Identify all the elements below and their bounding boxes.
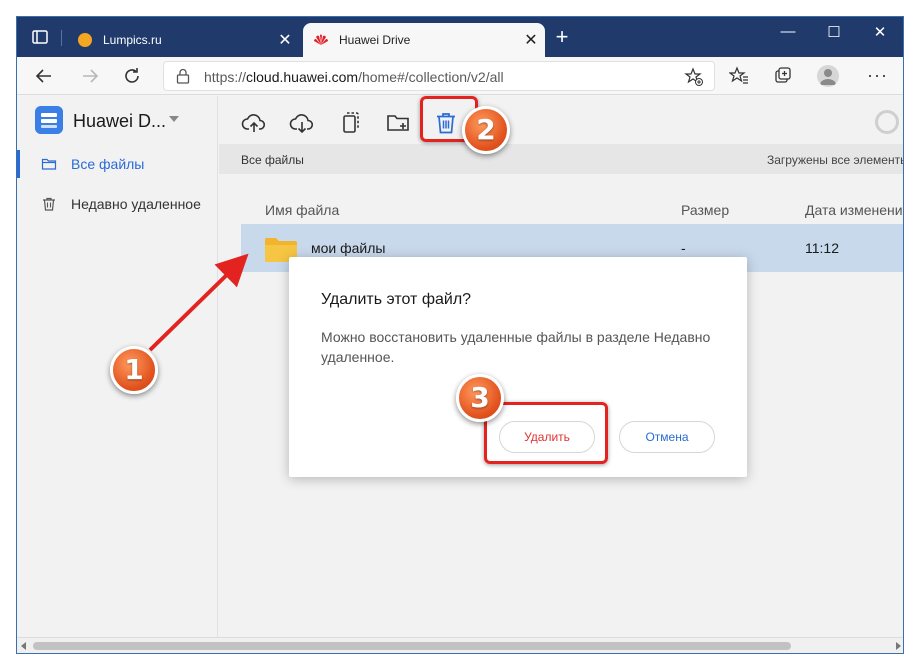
page-content: Huawei D... Все файлы Недавно удаленное bbox=[17, 96, 904, 637]
folder-icon bbox=[41, 158, 57, 170]
breadcrumb-bar: Все файлы Загружены все элементы bbox=[219, 144, 904, 174]
upload-icon[interactable] bbox=[241, 110, 267, 136]
scrollbar-thumb[interactable] bbox=[33, 642, 791, 650]
breadcrumb[interactable]: Все файлы bbox=[241, 153, 304, 167]
sidebar: Huawei D... Все файлы Недавно удаленное bbox=[17, 96, 218, 637]
column-header-date[interactable]: Дата изменения bbox=[805, 202, 903, 218]
url-scheme: https:// bbox=[204, 69, 247, 85]
app-name[interactable]: Huawei D... bbox=[73, 111, 166, 132]
huawei-drive-logo-icon bbox=[35, 106, 63, 134]
tab-separator bbox=[61, 30, 62, 46]
delete-icon[interactable] bbox=[433, 110, 459, 136]
minimize-button[interactable]: — bbox=[765, 23, 811, 40]
user-avatar[interactable] bbox=[875, 110, 899, 134]
sidebar-item-label: Недавно удаленное bbox=[71, 196, 201, 212]
file-date: 11:12 bbox=[805, 240, 839, 256]
dialog-message: Можно восстановить удаленные файлы в раз… bbox=[321, 329, 711, 365]
tab-close-icon[interactable]: ✕ bbox=[517, 30, 545, 50]
tab-close-icon[interactable]: ✕ bbox=[271, 30, 299, 50]
arrow-left-icon bbox=[35, 69, 51, 83]
sidebar-item-all-files[interactable]: Все файлы bbox=[17, 148, 217, 180]
lumpics-favicon-icon bbox=[78, 33, 92, 47]
horizontal-scrollbar[interactable] bbox=[17, 637, 903, 653]
browser-window: Lumpics.ru ✕ Huawei Drive ✕ + — ☐ ✕ http… bbox=[16, 16, 904, 654]
collections-icon[interactable] bbox=[773, 66, 793, 86]
tab-lumpics[interactable]: Lumpics.ru ✕ bbox=[67, 23, 299, 57]
huawei-favicon-icon bbox=[314, 34, 328, 45]
tab-title: Huawei Drive bbox=[339, 33, 411, 47]
address-bar[interactable]: https://cloud.huawei.com/home#/collectio… bbox=[163, 61, 715, 91]
copy-icon[interactable] bbox=[337, 110, 363, 136]
profile-avatar[interactable] bbox=[817, 65, 839, 87]
sidebar-item-recently-deleted[interactable]: Недавно удаленное bbox=[17, 188, 217, 220]
tab-title: Lumpics.ru bbox=[103, 33, 162, 47]
column-header-name[interactable]: Имя файла bbox=[265, 202, 339, 218]
close-window-button[interactable]: ✕ bbox=[857, 23, 903, 41]
url-text[interactable]: https://cloud.huawei.com/home#/collectio… bbox=[204, 69, 504, 85]
cancel-button[interactable]: Отмена bbox=[619, 421, 715, 453]
navigation-bar: https://cloud.huawei.com/home#/collectio… bbox=[17, 57, 903, 95]
more-menu-button[interactable]: ··· bbox=[867, 65, 888, 86]
add-favorite-icon[interactable] bbox=[684, 67, 704, 87]
upload-status: Загружены все элементы bbox=[767, 153, 904, 167]
new-folder-icon[interactable] bbox=[385, 110, 411, 136]
sidebar-item-label: Все файлы bbox=[71, 156, 145, 172]
tab-huawei-drive[interactable]: Huawei Drive ✕ bbox=[303, 23, 545, 57]
dialog-title: Удалить этот файл? bbox=[321, 291, 472, 308]
file-size: - bbox=[681, 240, 686, 256]
back-button[interactable] bbox=[33, 65, 55, 87]
tab-actions-icon[interactable] bbox=[31, 28, 49, 46]
lock-icon[interactable] bbox=[176, 68, 190, 84]
delete-button[interactable]: Удалить bbox=[499, 421, 595, 453]
tab-bar: Lumpics.ru ✕ Huawei Drive ✕ + — ☐ ✕ bbox=[17, 17, 903, 57]
url-path: /home#/collection/v2/all bbox=[358, 69, 504, 85]
new-tab-button[interactable]: + bbox=[551, 26, 573, 48]
chevron-down-icon[interactable] bbox=[169, 116, 179, 122]
delete-confirm-dialog: Удалить этот файл? Можно восстановить уд… bbox=[289, 257, 747, 477]
arrow-right-icon bbox=[83, 69, 99, 83]
download-icon[interactable] bbox=[289, 110, 315, 136]
user-icon bbox=[820, 69, 836, 85]
trash-icon bbox=[43, 197, 55, 211]
favorites-icon[interactable] bbox=[729, 66, 749, 86]
refresh-icon bbox=[125, 68, 139, 83]
scroll-left-icon[interactable] bbox=[21, 642, 26, 650]
maximize-button[interactable]: ☐ bbox=[811, 23, 857, 41]
scroll-right-icon[interactable] bbox=[896, 642, 901, 650]
forward-button[interactable] bbox=[79, 65, 101, 87]
refresh-button[interactable] bbox=[121, 65, 143, 87]
column-header-size[interactable]: Размер bbox=[681, 202, 729, 218]
file-name[interactable]: мои файлы bbox=[311, 240, 385, 256]
url-host: cloud.huawei.com bbox=[246, 69, 359, 85]
